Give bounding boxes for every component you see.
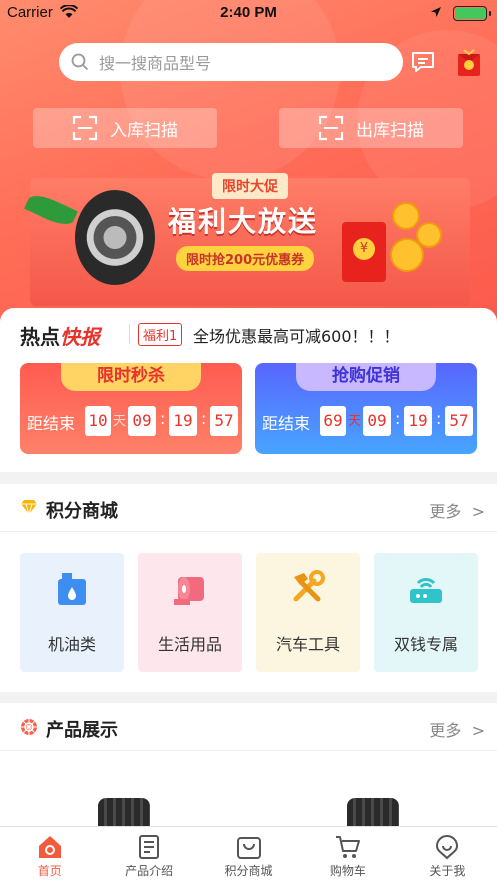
countdown-seconds: 57 xyxy=(445,406,473,436)
divider xyxy=(0,531,497,532)
countdown-days: 10 xyxy=(85,406,111,436)
search-bar[interactable]: 搜一搜商品型号 xyxy=(59,43,403,81)
category-label: 机油类 xyxy=(47,635,96,654)
category-label: 生活用品 xyxy=(157,635,222,654)
divider xyxy=(129,324,130,344)
points-mall-more-link[interactable]: 更多 > xyxy=(429,498,485,522)
countdown-seconds: 57 xyxy=(210,406,238,436)
tab-home[interactable]: 首页 xyxy=(0,827,99,883)
yuan-symbol: ¥ xyxy=(353,238,375,260)
clock: 2:40 PM xyxy=(220,4,277,21)
stock-out-label: 出库扫描 xyxy=(356,120,424,141)
stock-in-scan-button[interactable]: 入库扫描 xyxy=(33,108,217,148)
tab-label: 关于我 xyxy=(429,864,466,878)
category-double-coin[interactable]: 双钱专属 xyxy=(374,553,478,672)
tyre-icon xyxy=(21,719,37,735)
colon: : xyxy=(436,409,442,428)
red-envelope-icon[interactable] xyxy=(456,48,482,78)
stock-out-scan-button[interactable]: 出库扫描 xyxy=(279,108,463,148)
header-area: Carrier 2:40 PM 搜一搜商品型号 入库扫描 出库扫描 限时大促 福… xyxy=(0,0,497,330)
colon: : xyxy=(201,409,207,428)
colon: : xyxy=(160,409,166,428)
status-bar: Carrier 2:40 PM xyxy=(0,0,497,28)
category-label: 汽车工具 xyxy=(275,635,340,654)
news-badge: 福利1 xyxy=(138,323,183,346)
category-car-tools[interactable]: 汽车工具 xyxy=(256,553,360,672)
products-title: 产品展示 xyxy=(46,720,118,741)
products-more-link[interactable]: 更多 > xyxy=(429,717,485,741)
home-icon xyxy=(38,836,61,858)
countdown-hours: 09 xyxy=(363,406,391,436)
tab-points-mall[interactable]: 积分商城 xyxy=(199,827,298,883)
scan-icon xyxy=(318,115,344,141)
tab-label: 首页 xyxy=(37,864,62,878)
countdown-label: 距结束 xyxy=(27,414,76,433)
rush-buy-title: 抢购促销 xyxy=(296,363,436,391)
user-icon xyxy=(436,834,459,860)
promo-banner[interactable]: 限时大促 福利大放送 限时抢200元优惠券 ¥ xyxy=(0,158,497,308)
day-unit: 天 xyxy=(348,414,362,429)
countdown-days: 69 xyxy=(320,406,346,436)
points-mall-title: 积分商城 xyxy=(46,501,118,522)
cart-icon xyxy=(335,836,360,858)
chevron-right-icon: > xyxy=(471,502,485,521)
countdown-minutes: 19 xyxy=(169,406,197,436)
product-image[interactable] xyxy=(98,798,150,828)
day-unit: 天 xyxy=(113,414,127,429)
category-daily-goods[interactable]: 生活用品 xyxy=(138,553,242,672)
hot-news-label: 热点快报 xyxy=(20,321,100,350)
tab-product-intro[interactable]: 产品介绍 xyxy=(99,827,198,883)
tab-bar: 首页 产品介绍 积分商城 购物车 关于我 xyxy=(0,826,497,883)
product-image[interactable] xyxy=(347,798,399,828)
countdown-label: 距结束 xyxy=(262,414,311,433)
flash-sale-card[interactable]: 限时秒杀 距结束 10 天 09 : 19 : 57 xyxy=(20,363,242,454)
hot-label: 热点 xyxy=(20,325,60,349)
tab-label: 积分商城 xyxy=(224,864,273,878)
tissue-roll-icon xyxy=(174,577,204,605)
flash-sale-title: 限时秒杀 xyxy=(61,363,201,391)
category-oil[interactable]: 机油类 xyxy=(20,553,124,672)
coin-decor xyxy=(392,202,420,230)
banner-subtitle: 限时抢200元优惠券 xyxy=(176,246,315,271)
products-section: 产品展示 更多 > xyxy=(0,703,497,828)
shopping-bag-icon xyxy=(236,837,261,859)
banner-title: 福利大放送 xyxy=(168,205,319,238)
chevron-right-icon: > xyxy=(471,721,485,740)
category-label: 双钱专属 xyxy=(393,635,458,654)
news-section: 热点快报 福利1 全场优惠最高可减600！！！ 限时秒杀 距结束 10 天 09… xyxy=(0,308,497,472)
coin-decor xyxy=(416,222,442,248)
tools-icon xyxy=(293,570,325,602)
search-placeholder: 搜一搜商品型号 xyxy=(99,54,212,73)
message-icon[interactable] xyxy=(410,50,436,74)
colon: : xyxy=(395,409,401,428)
stock-in-label: 入库扫描 xyxy=(110,120,178,141)
document-icon xyxy=(139,835,160,859)
red-envelope-image: ¥ xyxy=(342,222,386,282)
divider xyxy=(0,750,497,751)
tab-label: 购物车 xyxy=(329,864,366,878)
location-arrow-icon xyxy=(431,7,441,17)
tab-label: 产品介绍 xyxy=(125,864,174,878)
news-text[interactable]: 全场优惠最高可减600！！！ xyxy=(193,323,400,347)
points-mall-section: 积分商城 更多 > 机油类 生活用品 汽车工具 双钱专属 xyxy=(0,484,497,692)
countdown-hours: 09 xyxy=(128,406,156,436)
battery-icon xyxy=(453,6,491,21)
search-icon xyxy=(71,53,89,71)
more-label: 更多 xyxy=(429,721,462,740)
tab-about-me[interactable]: 关于我 xyxy=(398,827,497,883)
countdown-minutes: 19 xyxy=(404,406,432,436)
flash-label: 快报 xyxy=(60,325,100,349)
tyre-image xyxy=(75,190,155,285)
banner-tag: 限时大促 xyxy=(212,173,288,199)
scan-icon xyxy=(72,115,98,141)
diamond-icon xyxy=(21,500,37,515)
more-label: 更多 xyxy=(429,502,462,521)
rush-buy-card[interactable]: 抢购促销 距结束 69 天 09 : 19 : 57 xyxy=(255,363,477,454)
router-icon xyxy=(410,578,442,603)
oil-can-icon xyxy=(58,573,86,605)
tab-cart[interactable]: 购物车 xyxy=(298,827,397,883)
